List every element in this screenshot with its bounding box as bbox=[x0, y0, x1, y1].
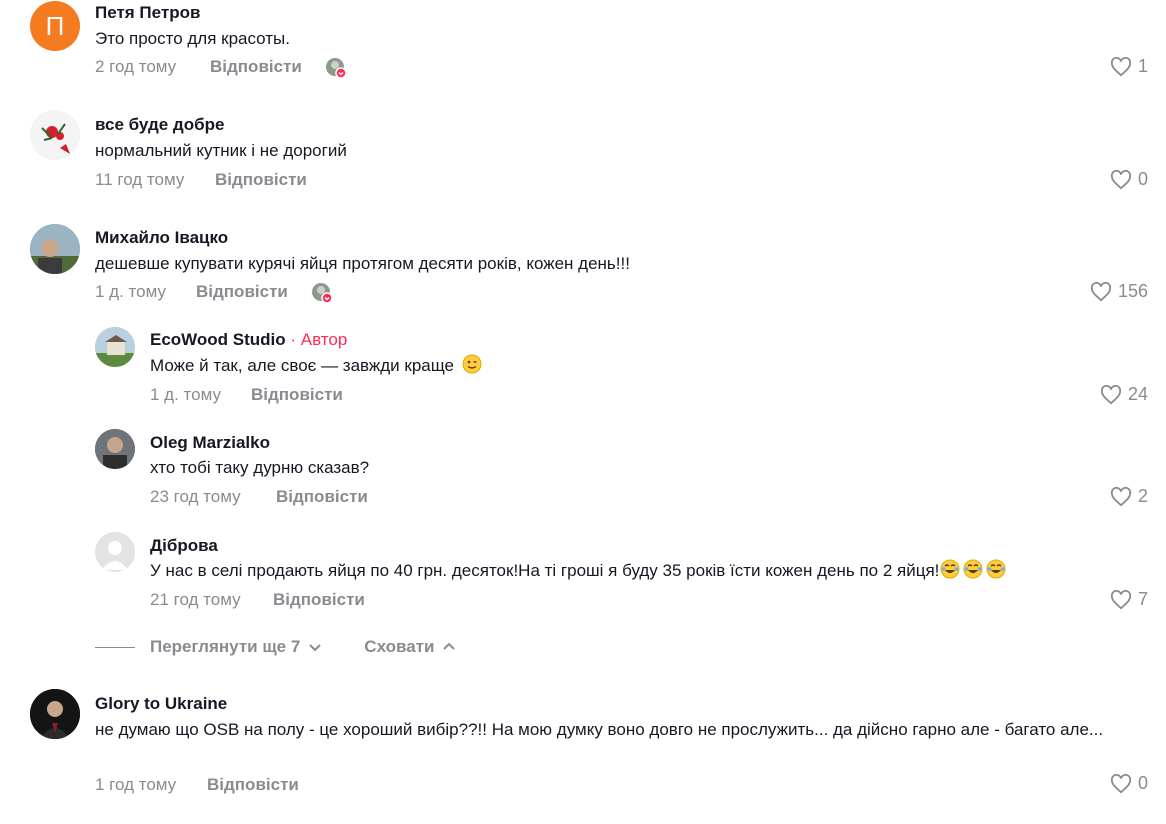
avatar[interactable] bbox=[30, 224, 80, 274]
comment-text-label: У нас в селі продають яйця по 40 грн. де… bbox=[150, 561, 940, 580]
author-badge: · Автор bbox=[285, 330, 348, 349]
replies-controls: Переглянути ще 7 Сховати bbox=[95, 637, 498, 657]
comment-text: нормальний кутник і не дорогий bbox=[95, 141, 347, 160]
comment-author-name[interactable]: Oleg Marzialko bbox=[150, 433, 270, 453]
view-more-replies-button[interactable]: Переглянути ще 7 bbox=[150, 637, 322, 657]
comment-time: 2 год тому bbox=[95, 57, 177, 76]
reply-button[interactable]: Відповісти bbox=[196, 282, 288, 302]
default-user-icon bbox=[95, 532, 135, 572]
comment-text: У нас в селі продають яйця по 40 грн. де… bbox=[150, 558, 1006, 584]
chevron-down-icon bbox=[309, 644, 322, 652]
like-button[interactable]: 0 bbox=[1110, 773, 1148, 794]
like-count: 156 bbox=[1117, 281, 1148, 301]
comment-author-name[interactable]: Петя Петров bbox=[95, 3, 200, 23]
comment-text: не думаю що OSB на полу - це хороший виб… bbox=[95, 720, 1104, 739]
heart-outline-icon bbox=[1110, 169, 1132, 189]
heart-outline-icon bbox=[1090, 281, 1111, 301]
heart-outline-icon bbox=[1110, 56, 1132, 76]
comment-time: 11 год тому bbox=[95, 170, 185, 189]
divider bbox=[95, 646, 135, 648]
comment-time: 23 год тому bbox=[150, 487, 241, 506]
christmas-ornament-avatar-image bbox=[30, 110, 80, 160]
tears-of-joy-emoji bbox=[940, 559, 960, 579]
avatar[interactable]: П bbox=[30, 1, 80, 51]
comment-text: хто тобі таку дурню сказав? bbox=[150, 458, 370, 477]
comment-author-name[interactable]: Glory to Ukraine bbox=[95, 694, 227, 714]
comment-author-name[interactable]: все буде добре bbox=[95, 115, 224, 135]
creator-liked-icon bbox=[312, 283, 332, 303]
hide-replies-button[interactable]: Сховати bbox=[364, 637, 456, 657]
avatar[interactable] bbox=[30, 689, 80, 739]
heart-outline-icon bbox=[1110, 773, 1132, 793]
user-photo-avatar-image bbox=[30, 224, 80, 274]
winking-face-emoji bbox=[462, 354, 482, 374]
like-button[interactable]: 2 bbox=[1110, 486, 1148, 507]
comment-author-name[interactable]: Михайло Івацко bbox=[95, 228, 228, 248]
heart-outline-icon bbox=[1110, 486, 1132, 506]
reply-button[interactable]: Відповісти bbox=[215, 170, 307, 190]
comment-text: дешевше купувати курячі яйця протягом де… bbox=[95, 254, 630, 273]
like-button[interactable]: 0 bbox=[1110, 169, 1148, 190]
user-photo-avatar-image bbox=[30, 689, 80, 739]
comment-author-name[interactable]: Діброва bbox=[150, 536, 218, 556]
chevron-up-icon bbox=[443, 642, 456, 650]
like-button[interactable]: 156 bbox=[1090, 281, 1148, 302]
user-photo-avatar-image bbox=[95, 429, 135, 469]
house-photo-avatar-image bbox=[95, 327, 135, 367]
like-count: 24 bbox=[1127, 384, 1148, 404]
avatar[interactable] bbox=[30, 110, 80, 160]
comment-text: Може й так, але своє — завжди краще bbox=[150, 353, 482, 379]
author-name-label: EcoWood Studio bbox=[150, 330, 286, 349]
comment-time: 21 год тому bbox=[150, 590, 241, 609]
like-count: 1 bbox=[1137, 56, 1148, 76]
hide-label: Сховати bbox=[364, 637, 435, 656]
like-button[interactable]: 7 bbox=[1110, 589, 1148, 610]
heart-outline-icon bbox=[1100, 384, 1122, 404]
comment-author-name[interactable]: EcoWood Studio · Автор bbox=[150, 330, 347, 350]
comment-text: Это просто для красоты. bbox=[95, 29, 290, 48]
like-count: 7 bbox=[1137, 589, 1148, 609]
avatar-letter: П bbox=[45, 10, 65, 41]
tears-of-joy-emoji bbox=[963, 559, 983, 579]
view-more-label: Переглянути ще 7 bbox=[150, 637, 301, 656]
reply-button[interactable]: Відповісти bbox=[210, 57, 302, 77]
comment-time: 1 д. тому bbox=[150, 385, 221, 404]
comment-text-label: Може й так, але своє — завжди краще bbox=[150, 356, 454, 375]
comment-time: 1 д. тому bbox=[95, 282, 166, 301]
reply-button[interactable]: Відповісти bbox=[207, 775, 299, 795]
avatar[interactable] bbox=[95, 532, 135, 572]
like-count: 0 bbox=[1137, 169, 1148, 189]
avatar[interactable] bbox=[95, 429, 135, 469]
like-count: 2 bbox=[1137, 486, 1148, 506]
like-button[interactable]: 24 bbox=[1100, 384, 1148, 405]
heart-outline-icon bbox=[1110, 589, 1132, 609]
reply-button[interactable]: Відповісти bbox=[273, 590, 365, 610]
avatar[interactable] bbox=[95, 327, 135, 367]
creator-liked-icon bbox=[326, 58, 346, 78]
comment-time: 1 год тому bbox=[95, 775, 177, 794]
like-button[interactable]: 1 bbox=[1110, 56, 1148, 77]
like-count: 0 bbox=[1137, 773, 1148, 793]
reply-button[interactable]: Відповісти bbox=[251, 385, 343, 405]
tears-of-joy-emoji bbox=[986, 559, 1006, 579]
reply-button[interactable]: Відповісти bbox=[276, 487, 368, 507]
